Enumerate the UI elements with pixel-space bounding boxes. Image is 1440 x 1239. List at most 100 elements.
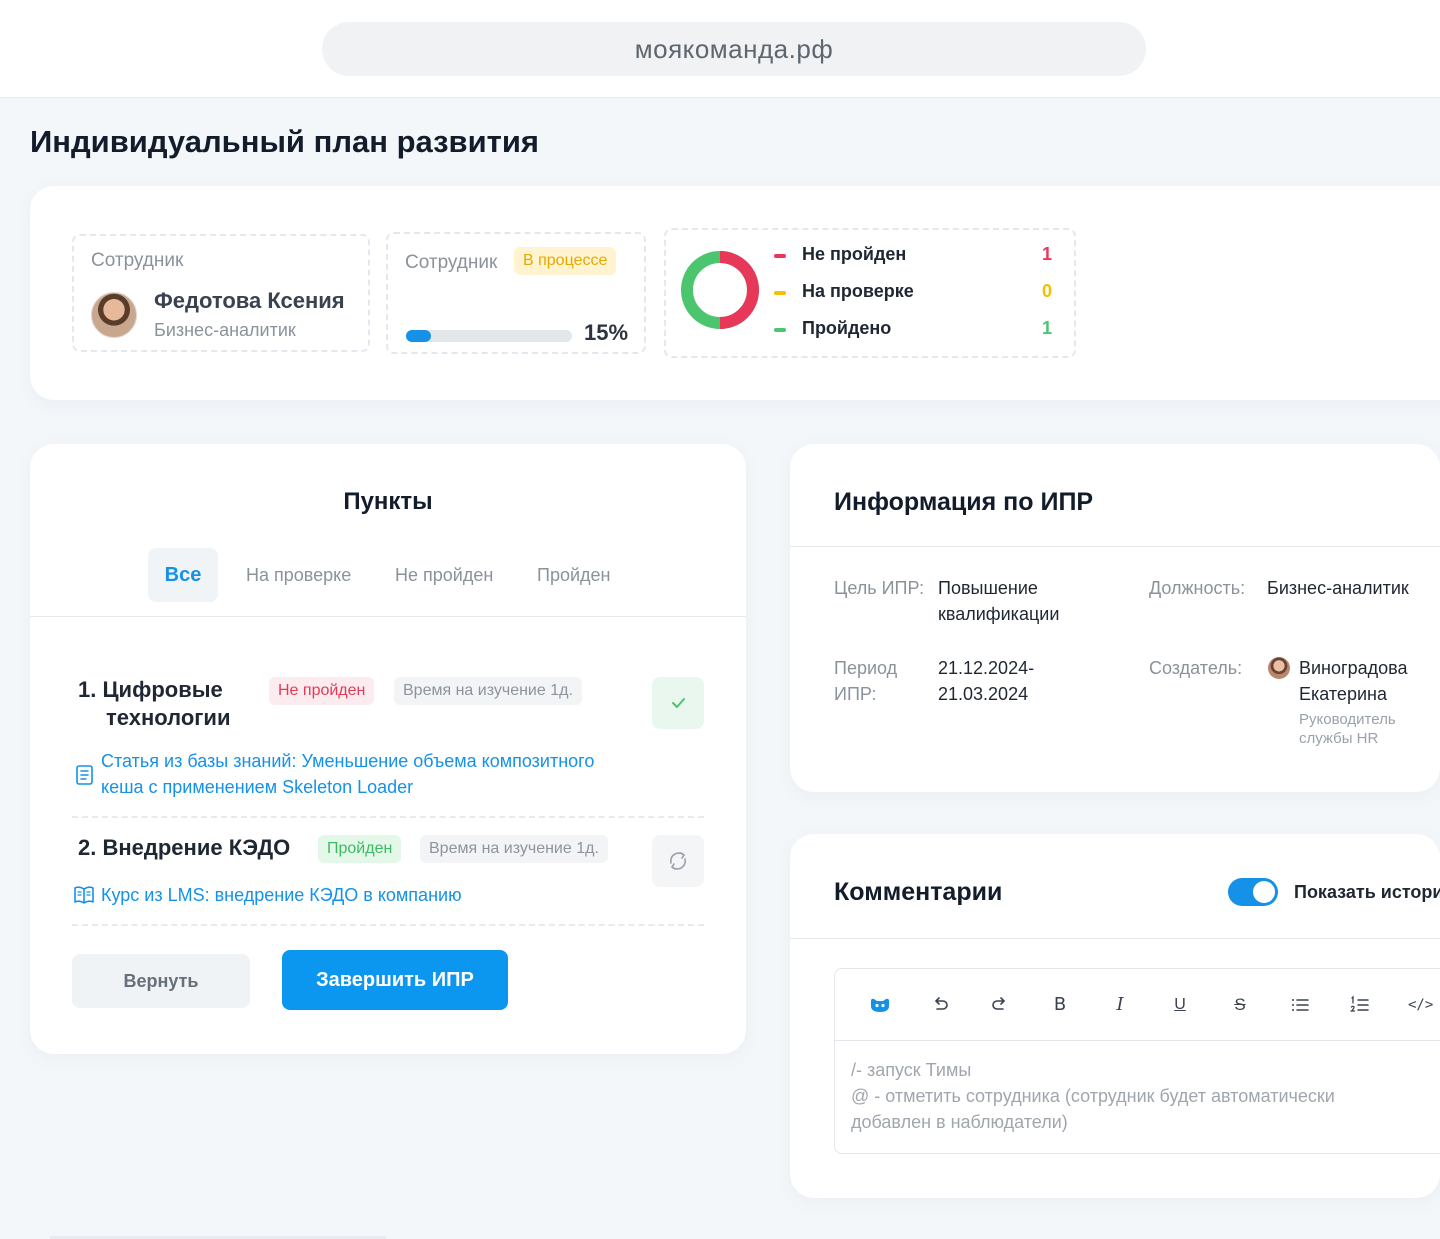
creator-role: Руководитель службы HR — [1299, 710, 1396, 748]
comment-input[interactable]: /- запуск Тимы @ - отметить сотрудника (… — [851, 1057, 1440, 1135]
tab-failed[interactable]: Не пройден — [377, 548, 511, 602]
article-icon — [76, 765, 93, 785]
numbered-list-button[interactable] — [1348, 993, 1372, 1017]
link-text: Статья из базы знаний: Уменьшение объема… — [101, 751, 595, 771]
code-icon[interactable]: </> — [1408, 993, 1433, 1017]
legend-marker — [774, 328, 786, 332]
period-label-line: Период — [834, 658, 898, 678]
period-start: 21.12.2024- — [938, 658, 1035, 678]
redo-button[interactable] — [988, 993, 1012, 1017]
item-material-link[interactable]: Курс из LMS: внедрение КЭДО в компанию — [101, 882, 462, 908]
legend-value: 0 — [1041, 281, 1052, 301]
assistant-button[interactable] — [868, 993, 892, 1017]
period-label: Период ИПР: — [834, 655, 897, 707]
employee-label: Сотрудник — [91, 250, 184, 271]
creator-name: Виноградова Екатерина — [1299, 655, 1407, 707]
return-button[interactable]: Вернуть — [72, 954, 250, 1008]
creator-role-line-2: службы HR — [1299, 730, 1379, 747]
assistant-icon — [871, 998, 889, 1012]
progress-box: Сотрудник В процессе 15% — [386, 232, 646, 354]
item-number: 2. — [78, 835, 97, 860]
redo-icon — [992, 997, 1005, 1010]
status-badge: В процессе — [514, 247, 617, 275]
placeholder-line: /- запуск Тимы — [851, 1060, 972, 1080]
tabs-divider — [30, 616, 746, 617]
check-icon — [672, 698, 685, 708]
goal-value: Повышение квалификации — [938, 575, 1059, 627]
employee-role: Бизнес-аналитик — [154, 320, 296, 340]
goal-line: Повышение — [938, 578, 1038, 598]
page-title: Индивидуальный план развития — [30, 124, 540, 159]
book-icon — [74, 886, 94, 904]
item-title: 2. Внедрение КЭДО — [78, 834, 290, 862]
placeholder-line-2: @ - отметить сотрудника (сотрудник будет… — [851, 1086, 1335, 1106]
link-text-2: кеша с применением Skeleton Loader — [101, 777, 414, 797]
avatar — [91, 292, 137, 338]
ipr-info-card: Информация по ИПР Цель ИПР: Повышение кв… — [790, 444, 1440, 792]
employee-name: Федотова Ксения — [154, 288, 345, 313]
mark-done-button[interactable] — [652, 677, 704, 729]
legend-value: 1 — [1041, 244, 1052, 264]
italic-icon[interactable]: I — [1108, 993, 1132, 1017]
comments-divider — [790, 938, 1440, 939]
tab-passed[interactable]: Пройден — [519, 548, 628, 602]
finish-ipr-button[interactable]: Завершить ИПР — [282, 950, 508, 1010]
legend-value: 1 — [1041, 318, 1052, 338]
placeholder-line-3: добавлен в наблюдатели) — [851, 1112, 1068, 1132]
bold-icon[interactable]: B — [1048, 993, 1072, 1017]
info-title: Информация по ИПР — [834, 488, 1094, 516]
bullet-list-button[interactable] — [1288, 993, 1312, 1017]
undo-button[interactable] — [928, 993, 952, 1017]
item-title: 1. Цифровые технологии — [78, 676, 230, 732]
creator-role-line: Руководитель — [1299, 711, 1396, 728]
tab-all[interactable]: Все — [148, 548, 218, 602]
stats-box: Не пройден 1 На проверке 0 Пройдено 1 — [664, 228, 1076, 358]
status-donut-chart — [681, 251, 759, 329]
legend-row-failed: Не пройден 1 — [774, 244, 1058, 268]
period-value: 21.12.2024- 21.03.2024 — [938, 655, 1034, 707]
study-time-badge: Время на изучение 1д. — [394, 677, 582, 705]
undo-icon — [935, 997, 948, 1010]
reset-button[interactable] — [652, 835, 704, 887]
donut-failed-segment — [719, 251, 759, 329]
legend-row-review: На проверке 0 — [774, 281, 1058, 305]
legend-marker — [774, 291, 786, 295]
status-badge-failed: Не пройден — [269, 677, 375, 705]
progress-label: Сотрудник — [405, 252, 498, 273]
show-history-toggle[interactable] — [1228, 878, 1278, 906]
comments-card: Комментарии Показать истори B I U S </> … — [790, 834, 1440, 1198]
comment-editor[interactable]: B I U S </> /- запуск Тимы @ - отметить … — [834, 968, 1440, 1154]
item-material-link[interactable]: Статья из базы знаний: Уменьшение объема… — [101, 748, 594, 800]
progress-percent: 15% — [584, 320, 629, 345]
legend-row-passed: Пройдено 1 — [774, 318, 1058, 342]
creator-avatar — [1268, 657, 1290, 679]
refresh-icon — [669, 852, 687, 870]
status-badge-passed: Пройден — [318, 835, 402, 863]
position-value: Бизнес-аналитик — [1267, 578, 1409, 598]
employee-box: Сотрудник Федотова Ксения Бизнес-аналити… — [72, 234, 370, 352]
creator-name-line-2: Екатерина — [1299, 684, 1387, 704]
browser-bar: моякоманда.рф — [0, 0, 1440, 98]
show-history-label: Показать истори — [1294, 882, 1440, 902]
editor-toolbar: B I U S </> — [835, 969, 1440, 1041]
legend-label: Не пройден — [802, 244, 907, 264]
period-label-line-2: ИПР: — [834, 684, 877, 704]
creator-label: Создатель: — [1149, 658, 1243, 678]
period-end: 21.03.2024 — [938, 684, 1029, 704]
item-divider — [72, 924, 704, 926]
address-bar[interactable]: моякоманда.рф — [322, 22, 1146, 76]
item-title-text: Цифровые — [102, 677, 223, 702]
strikethrough-icon[interactable]: S — [1228, 993, 1252, 1017]
item-title-text-2: технологии — [106, 705, 231, 730]
summary-card: Сотрудник Федотова Ксения Бизнес-аналити… — [30, 186, 1440, 400]
items-title: Пункты — [343, 488, 433, 515]
creator-name-line: Виноградова — [1299, 658, 1408, 678]
study-time-badge: Время на изучение 1д. — [420, 835, 608, 863]
item-divider — [72, 816, 704, 818]
underline-icon[interactable]: U — [1168, 993, 1192, 1017]
tab-review[interactable]: На проверке — [228, 548, 369, 602]
bullet-list-icon — [1292, 999, 1309, 1011]
toggle-knob — [1253, 881, 1275, 903]
goal-label: Цель ИПР: — [834, 578, 925, 598]
comments-title: Комментарии — [834, 878, 1003, 906]
